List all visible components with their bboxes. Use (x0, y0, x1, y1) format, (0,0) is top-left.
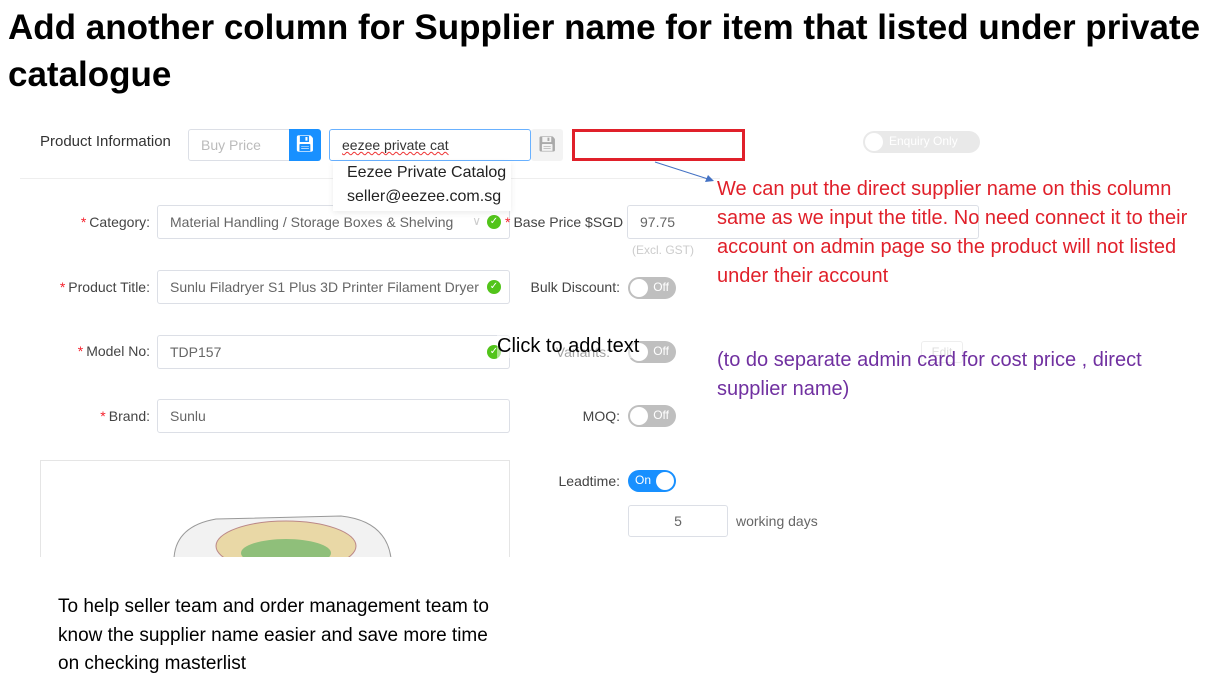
model-no-value: TDP157 (170, 344, 222, 360)
save-icon[interactable]: 💾︎ (289, 129, 321, 161)
save-icon-disabled[interactable]: 💾︎ (531, 129, 563, 161)
product-image-graphic (173, 515, 392, 557)
model-no-label: * Model No: (77, 343, 150, 359)
catalog-input[interactable]: eezee private cat (329, 129, 531, 161)
chevron-down-icon: ∨ (472, 214, 481, 228)
dropdown-option[interactable]: Eezee Private Catalog (333, 161, 511, 188)
enquiry-only-label: Enquiry Only (889, 134, 958, 148)
text-placeholder[interactable]: Click to add text (497, 335, 640, 358)
supplier-name-input[interactable] (572, 129, 745, 161)
bulk-discount-toggle[interactable]: Off (628, 277, 676, 299)
enquiry-only-toggle[interactable]: Enquiry Only (863, 131, 980, 153)
leadtime-days-value: 5 (674, 513, 682, 529)
bulk-discount-label: Bulk Discount: (530, 279, 620, 295)
working-days-label: working days (736, 513, 818, 529)
section-label: Product Information (40, 133, 171, 150)
annotation-arrow (654, 161, 714, 182)
buy-price-input[interactable]: Buy Price (188, 129, 290, 161)
model-no-input[interactable]: TDP157 ✓ (157, 335, 510, 369)
base-price-label: * Base Price $SGD (505, 214, 624, 230)
product-title-label: * Product Title: (59, 279, 150, 295)
check-icon: ✓ (487, 215, 501, 229)
moq-label: MOQ: (582, 408, 620, 424)
red-annotation: We can put the direct supplier name on t… (717, 178, 1188, 287)
category-label: * Category: (80, 214, 150, 230)
catalog-dropdown: Eezee Private Catalog seller@eezee.com.s… (333, 161, 511, 211)
category-value: Material Handling / Storage Boxes & Shel… (170, 214, 454, 230)
buy-price-placeholder: Buy Price (201, 137, 261, 153)
leadtime-label: Leadtime: (558, 473, 620, 489)
product-image[interactable] (40, 460, 510, 557)
brand-label: * Brand: (100, 408, 150, 424)
slide-title: Add another column for Supplier name for… (8, 8, 1201, 94)
catalog-input-value: eezee private cat (342, 137, 449, 153)
leadtime-toggle[interactable]: On (628, 470, 676, 492)
product-title-input[interactable]: Sunlu Filadryer S1 Plus 3D Printer Filam… (157, 270, 510, 304)
moq-toggle[interactable]: Off (628, 405, 676, 427)
product-title-value: Sunlu Filadryer S1 Plus 3D Printer Filam… (170, 279, 479, 295)
leadtime-days-input[interactable]: 5 (628, 505, 728, 537)
bottom-annotation: To help seller team and order management… (58, 596, 489, 674)
toggle-knob (865, 133, 883, 151)
brand-input[interactable]: Sunlu (157, 399, 510, 433)
base-price-value: 97.75 (640, 214, 676, 230)
purple-annotation: (to do separate admin card for cost pric… (717, 349, 1142, 400)
dropdown-option[interactable]: seller@eezee.com.sg (333, 188, 511, 206)
brand-value: Sunlu (170, 408, 206, 424)
gst-hint: (Excl. GST) (632, 243, 694, 257)
